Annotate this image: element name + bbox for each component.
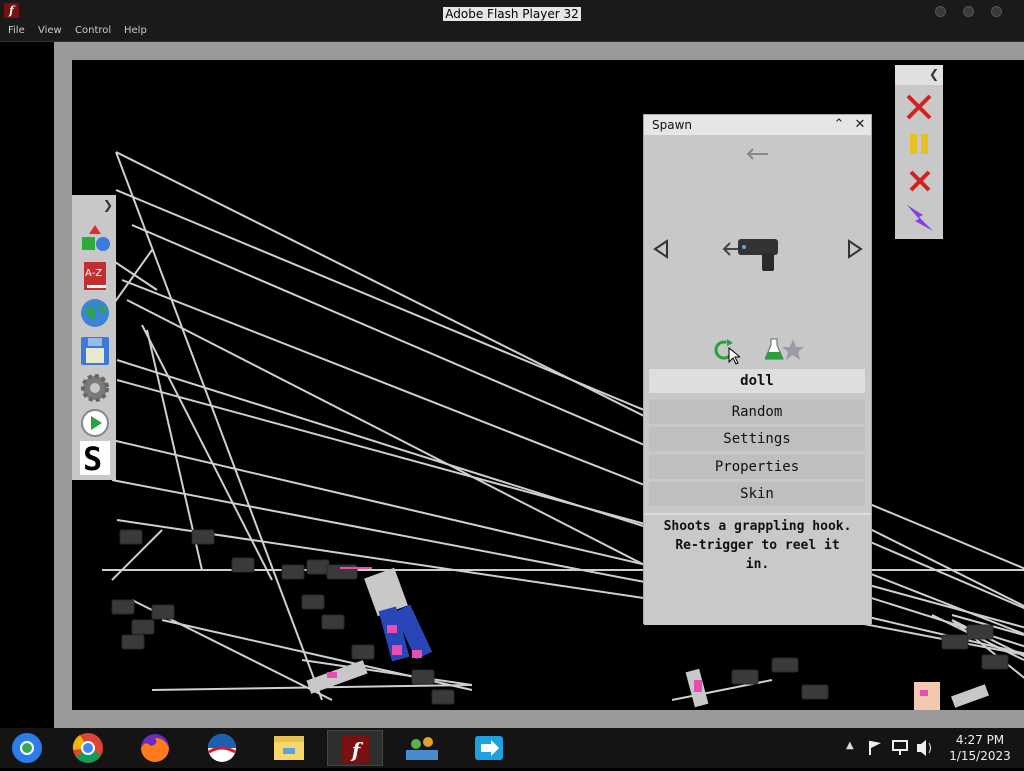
spawn-panel: Spawn ⌃ ✕ doll Random Settings Propertie… bbox=[643, 114, 872, 625]
taskbar: f ▲ 4:27 PM 1/15/2023 bbox=[0, 728, 1024, 768]
flask-star-icon[interactable] bbox=[764, 337, 805, 365]
s-logo-label: S bbox=[83, 440, 103, 478]
menu-item-properties[interactable]: Properties bbox=[649, 455, 865, 479]
chrome-alt-icon[interactable] bbox=[0, 730, 56, 766]
red-x-small-icon[interactable] bbox=[908, 169, 932, 197]
description-line: in. bbox=[745, 557, 770, 572]
flash-player-icon[interactable]: f bbox=[327, 730, 383, 766]
flag-icon[interactable] bbox=[866, 728, 882, 768]
menu-help[interactable]: Help bbox=[124, 25, 147, 36]
save-disk-icon[interactable] bbox=[80, 336, 110, 366]
s-logo-icon[interactable]: S bbox=[80, 440, 110, 478]
window-title: Adobe Flash Player 32 bbox=[443, 7, 581, 21]
menu-view[interactable]: View bbox=[38, 25, 62, 36]
expand-chevron-icon[interactable]: ❯ bbox=[103, 198, 113, 212]
scattered-guns bbox=[111, 529, 1009, 705]
grapple-lines bbox=[101, 151, 1024, 701]
description-line: Re-trigger to reel it bbox=[675, 538, 840, 553]
menu-bar: File View Control Help bbox=[0, 23, 1024, 42]
network-people-icon[interactable] bbox=[394, 730, 450, 766]
grapple-arrow-icon bbox=[746, 145, 770, 164]
menu-file[interactable]: File bbox=[8, 25, 25, 36]
play-icon[interactable] bbox=[80, 408, 110, 438]
network-icon[interactable] bbox=[890, 728, 910, 768]
menu-item-skin[interactable]: Skin bbox=[649, 482, 865, 506]
lightning-icon[interactable] bbox=[905, 203, 935, 237]
menu-item-settings[interactable]: Settings bbox=[649, 427, 865, 451]
collapse-up-icon[interactable]: ⌃ bbox=[830, 116, 848, 134]
item-description: Shoots a grappling hook. Re-trigger to r… bbox=[644, 517, 871, 574]
gear-icon[interactable] bbox=[80, 373, 110, 403]
globe-icon[interactable] bbox=[80, 298, 110, 328]
a-z-book-icon[interactable]: A-Z bbox=[80, 261, 110, 291]
description-line: Shoots a grappling hook. bbox=[663, 519, 852, 534]
book-label: A-Z bbox=[85, 268, 103, 279]
file-explorer-icon[interactable] bbox=[261, 730, 317, 766]
title-bar: f Adobe Flash Player 32 bbox=[0, 0, 1024, 24]
close-icon[interactable]: ✕ bbox=[851, 116, 869, 134]
collapse-chevron-icon[interactable]: ❮ bbox=[929, 67, 939, 81]
clock-date: 1/15/2023 bbox=[949, 749, 1011, 763]
share-arrow-icon[interactable] bbox=[461, 730, 517, 766]
obama-logo-icon[interactable] bbox=[194, 730, 250, 766]
game-scene bbox=[101, 151, 1024, 710]
grappling-gun-preview bbox=[722, 235, 792, 279]
menu-item-random[interactable]: Random bbox=[649, 400, 865, 424]
spawn-panel-header: Spawn ⌃ ✕ bbox=[644, 115, 871, 135]
pause-icon[interactable] bbox=[909, 133, 931, 159]
system-clock[interactable]: 4:27 PM 1/15/2023 bbox=[940, 732, 1020, 764]
right-toolbar: ❮ bbox=[895, 65, 943, 239]
minimize-button[interactable] bbox=[935, 6, 946, 17]
next-arrow-icon[interactable] bbox=[847, 239, 863, 263]
game-stage[interactable] bbox=[72, 60, 1024, 710]
menu-control[interactable]: Control bbox=[75, 25, 111, 36]
red-x-icon[interactable] bbox=[905, 93, 933, 125]
chrome-icon[interactable] bbox=[60, 730, 116, 766]
stage-margin bbox=[0, 42, 54, 728]
prev-arrow-icon[interactable] bbox=[653, 239, 669, 263]
firefox-icon[interactable] bbox=[127, 730, 183, 766]
close-button[interactable] bbox=[991, 6, 1002, 17]
shapes-icon[interactable] bbox=[80, 223, 110, 253]
mouse-cursor-icon bbox=[728, 346, 742, 369]
clock-time: 4:27 PM bbox=[955, 733, 1005, 747]
menu-item-doll[interactable]: doll bbox=[649, 369, 865, 393]
volume-icon[interactable] bbox=[915, 728, 935, 768]
right-toolbar-header: ❮ bbox=[895, 65, 943, 85]
left-toolbar: ❯ A-Z S bbox=[72, 195, 116, 480]
maximize-button[interactable] bbox=[963, 6, 974, 17]
spawn-panel-title: Spawn bbox=[652, 118, 693, 132]
